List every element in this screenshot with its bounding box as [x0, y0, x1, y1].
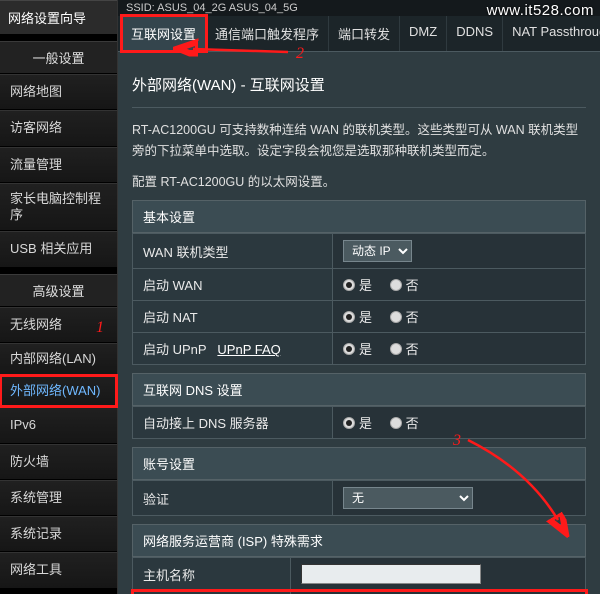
sidebar-item-nettools[interactable]: 网络工具: [0, 552, 117, 588]
radio-enable-wan-yes[interactable]: 是: [343, 275, 372, 294]
radio-enable-nat-yes[interactable]: 是: [343, 307, 372, 326]
label-enable-nat: 启动 NAT: [133, 301, 333, 333]
row-enable-wan: 启动 WAN 是 否: [133, 269, 586, 301]
label-hostname: 主机名称: [133, 558, 291, 591]
radio-icon: [343, 311, 355, 323]
radio-icon: [343, 343, 355, 355]
tab-bar: 互联网设置 通信端口触发程序 端口转发 DMZ DDNS NAT Passthr…: [118, 16, 600, 52]
row-auth: 验证 无: [133, 481, 586, 516]
row-enable-nat: 启动 NAT 是 否: [133, 301, 586, 333]
sidebar-item-lan[interactable]: 内部网络(LAN): [0, 343, 117, 375]
tab-nat-passthrough[interactable]: NAT Passthrough: [503, 16, 600, 51]
sidebar-item-traffic[interactable]: 流量管理: [0, 147, 117, 183]
link-upnp-faq[interactable]: UPnP FAQ: [217, 342, 280, 357]
section-isp: 网络服务运营商 (ISP) 特殊需求: [132, 524, 586, 557]
sidebar-item-wireless[interactable]: 无线网络: [0, 307, 117, 343]
sidebar-item-guest-network[interactable]: 访客网络: [0, 110, 117, 146]
label-auto-dns: 自动接上 DNS 服务器: [133, 407, 333, 439]
page-title: 外部网络(WAN) - 互联网设置: [132, 66, 586, 108]
row-auto-dns: 自动接上 DNS 服务器 是 否: [133, 407, 586, 439]
app-layout: 网络设置向导 一般设置 网络地图 访客网络 流量管理 家长电脑控制程序 USB …: [0, 0, 600, 594]
section-account: 账号设置: [132, 447, 586, 480]
sidebar-item-firewall[interactable]: 防火墙: [0, 444, 117, 480]
row-hostname: 主机名称: [133, 558, 586, 591]
radio-icon: [390, 311, 402, 323]
table-account: 验证 无: [132, 480, 586, 516]
select-wan-type[interactable]: 动态 IP: [343, 240, 412, 262]
sidebar-item-parental[interactable]: 家长电脑控制程序: [0, 183, 117, 232]
watermark-text: www.it528.com: [487, 2, 594, 19]
radio-icon: [343, 417, 355, 429]
select-auth[interactable]: 无: [343, 487, 473, 509]
label-enable-upnp: 启动 UPnP UPnP FAQ: [133, 333, 333, 365]
sidebar-section-advanced: 高级设置: [0, 274, 117, 307]
sidebar-section-general: 一般设置: [0, 41, 117, 74]
page-desc-2: 配置 RT-AC1200GU 的以太网设置。: [132, 171, 586, 190]
sidebar: 网络设置向导 一般设置 网络地图 访客网络 流量管理 家长电脑控制程序 USB …: [0, 0, 118, 594]
sidebar-item-wan[interactable]: 外部网络(WAN): [0, 375, 117, 407]
radio-icon: [390, 417, 402, 429]
radio-icon: [390, 279, 402, 291]
table-isp: 主机名称 MAC地址 取得计算机 MAC 地址 DHCP 查询频率 积极模式: [132, 557, 586, 594]
label-enable-wan: 启动 WAN: [133, 269, 333, 301]
radio-enable-upnp-yes[interactable]: 是: [343, 339, 372, 358]
sidebar-item-usb[interactable]: USB 相关应用: [0, 231, 117, 267]
table-basic: WAN 联机类型 动态 IP 启动 WAN 是 否 启动 NAT: [132, 233, 586, 365]
input-hostname[interactable]: [301, 564, 481, 584]
sidebar-wizard[interactable]: 网络设置向导: [0, 0, 117, 35]
table-dns: 自动接上 DNS 服务器 是 否: [132, 406, 586, 439]
section-basic: 基本设置: [132, 200, 586, 233]
radio-auto-dns-no[interactable]: 否: [390, 413, 419, 432]
radio-icon: [343, 279, 355, 291]
tab-ddns[interactable]: DDNS: [447, 16, 503, 51]
page-desc-1: RT-AC1200GU 可支持数种连结 WAN 的联机类型。这些类型可从 WAN…: [132, 120, 586, 161]
radio-icon: [390, 343, 402, 355]
sidebar-item-syslog[interactable]: 系统记录: [0, 516, 117, 552]
tab-port-trigger[interactable]: 通信端口触发程序: [206, 16, 329, 51]
row-enable-upnp: 启动 UPnP UPnP FAQ 是 否: [133, 333, 586, 365]
tab-internet[interactable]: 互联网设置: [122, 16, 206, 51]
radio-auto-dns-yes[interactable]: 是: [343, 413, 372, 432]
label-wan-type: WAN 联机类型: [133, 234, 333, 269]
content: 外部网络(WAN) - 互联网设置 RT-AC1200GU 可支持数种连结 WA…: [118, 52, 600, 594]
sidebar-item-admin[interactable]: 系统管理: [0, 480, 117, 516]
tab-dmz[interactable]: DMZ: [400, 16, 447, 51]
radio-enable-nat-no[interactable]: 否: [390, 307, 419, 326]
sidebar-item-ipv6[interactable]: IPv6: [0, 407, 117, 443]
sidebar-item-network-map[interactable]: 网络地图: [0, 74, 117, 110]
radio-enable-upnp-no[interactable]: 否: [390, 339, 419, 358]
section-dns: 互联网 DNS 设置: [132, 373, 586, 406]
radio-enable-wan-no[interactable]: 否: [390, 275, 419, 294]
row-wan-type: WAN 联机类型 动态 IP: [133, 234, 586, 269]
main-area: SSID: ASUS_04_2G ASUS_04_5G 互联网设置 通信端口触发…: [118, 0, 600, 594]
label-auth: 验证: [133, 481, 333, 516]
tab-port-forward[interactable]: 端口转发: [329, 16, 400, 51]
